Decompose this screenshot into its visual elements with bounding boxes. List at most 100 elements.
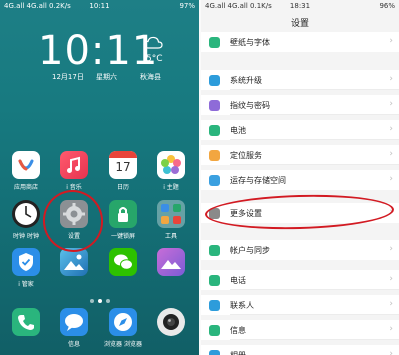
settings-item-label: 系统升级 (230, 76, 262, 85)
divider (230, 139, 399, 140)
settings-item-contacts[interactable]: 联系人 › (201, 295, 399, 315)
clock-widget[interactable]: 10:11 (38, 28, 158, 74)
page-title: 设置 (290, 19, 309, 29)
settings-item-label: 相册 (230, 350, 246, 355)
divider (230, 89, 399, 90)
settings-item-label: 帐户与同步 (230, 246, 270, 255)
status-bar: 4G.all 4G.all 0.2K/s 10:11 97% (0, 0, 199, 14)
settings-item-messages[interactable]: 信息 › (201, 320, 399, 340)
app-label: 浏览器 浏览器 (104, 341, 142, 348)
app-label: 工具 (164, 233, 177, 240)
phone-icon (209, 275, 220, 286)
chevron-right-icon: › (389, 274, 393, 284)
divider (230, 339, 399, 340)
settings-item-phone[interactable]: 电话 › (201, 270, 399, 290)
palette-icon (209, 37, 220, 48)
wechat-app[interactable] (103, 248, 143, 279)
app-store-app[interactable]: 应用商店 (6, 151, 46, 191)
album-icon (209, 350, 220, 355)
settings-item-fingerprint-password[interactable]: 指纹与密码 › (201, 95, 399, 115)
settings-item-location[interactable]: 定位服务 › (201, 145, 399, 165)
cloudy-weather-icon (143, 36, 163, 49)
settings-item-memory-storage[interactable]: 运存与存储空间 › (201, 170, 399, 190)
app-label: 日历 (116, 184, 129, 191)
location-pin-icon (209, 150, 220, 161)
phone-manager-app[interactable]: i 管家 (6, 248, 46, 288)
clock-app[interactable]: 时钟 时钟 (6, 200, 46, 240)
settings-item-label: 壁纸与字体 (230, 38, 270, 47)
page-indicator[interactable] (0, 288, 199, 307)
settings-item-system-update[interactable]: 系统升级 › (201, 70, 399, 90)
chat-bubble-icon (109, 248, 137, 276)
music-note-icon (60, 151, 88, 179)
calendar-icon: 17 (109, 151, 137, 179)
status-time: 18:31 (289, 2, 311, 10)
app-label: 时钟 时钟 (13, 233, 39, 240)
settings-item-label: 指纹与密码 (230, 101, 270, 110)
settings-item-label: 运存与存储空间 (230, 176, 286, 185)
page-dot-active (97, 299, 102, 303)
app-label: 信息 (67, 341, 80, 348)
settings-item-label: 联系人 (230, 301, 254, 310)
divider (230, 314, 399, 315)
chevron-right-icon: › (389, 244, 393, 254)
account-icon (209, 245, 220, 256)
divider (230, 289, 399, 290)
settings-item-label: 信息 (230, 326, 246, 335)
lock-icon (109, 200, 137, 228)
battery-level: 97% (179, 2, 195, 10)
music-app[interactable]: i 音乐 (54, 151, 94, 191)
wallpaper-app[interactable] (54, 248, 94, 279)
lock-screen-app[interactable]: 一键锁屏 (103, 200, 143, 240)
folder-icon (157, 200, 185, 228)
status-time: 10:11 (89, 2, 110, 10)
page-dot (105, 299, 110, 303)
chevron-right-icon: › (389, 99, 393, 109)
divider (230, 164, 399, 165)
shield-check-icon (12, 248, 40, 276)
page-dot (89, 299, 94, 303)
app-store-icon (12, 151, 40, 179)
city-label: 秋海县 (140, 73, 161, 81)
app-label: i 管家 (18, 281, 34, 288)
settings-item-label: 电话 (230, 276, 246, 285)
home-screen: 4G.all 4G.all 0.2K/s 10:11 97% 10:11 5°C… (0, 0, 199, 355)
mountain-icon (157, 248, 185, 276)
status-bar: 4G.all 4G.all 0.1K/s 18:31 96% (201, 0, 399, 14)
settings-screen: 4G.all 4G.all 0.1K/s 18:31 96% 设置 壁纸与字体 … (201, 0, 399, 355)
theme-app[interactable]: i 主题 (151, 151, 191, 191)
weekday-label: 星期六 (96, 73, 117, 81)
chevron-right-icon: › (389, 149, 393, 159)
settings-item-account-sync[interactable]: 帐户与同步 › (201, 240, 399, 260)
battery-level: 96% (379, 2, 395, 10)
settings-item-wallpaper-font[interactable]: 壁纸与字体 › (201, 32, 399, 52)
camera-app[interactable] (151, 308, 191, 339)
temperature: 5°C (146, 54, 163, 64)
chevron-right-icon: › (389, 74, 393, 84)
divider (230, 114, 399, 115)
clock-face-icon (12, 200, 40, 228)
settings-item-battery[interactable]: 电池 › (201, 120, 399, 140)
chevron-right-icon: › (389, 349, 393, 355)
settings-item-album[interactable]: 相册 › (201, 345, 399, 355)
compass-icon (109, 308, 137, 336)
settings-item-label: 定位服务 (230, 151, 262, 160)
fingerprint-icon (209, 100, 220, 111)
app-label: i 主题 (163, 184, 179, 191)
red-annotation-circle (37, 184, 109, 258)
battery-icon (209, 125, 220, 136)
phone-app[interactable] (6, 308, 46, 339)
update-icon (209, 75, 220, 86)
settings-item-label: 电池 (230, 126, 246, 135)
chevron-right-icon: › (389, 324, 393, 334)
gallery-app[interactable] (151, 248, 191, 279)
calendar-day: 17 (115, 160, 131, 174)
app-label: 应用商店 (13, 184, 38, 191)
app-label: 一键锁屏 (110, 233, 135, 240)
browser-app[interactable]: 浏览器 浏览器 (103, 308, 143, 348)
storage-icon (209, 175, 220, 186)
phone-icon (12, 308, 40, 336)
tools-folder[interactable]: 工具 (151, 200, 191, 240)
calendar-app[interactable]: 17 日历 (103, 151, 143, 191)
messages-app[interactable]: 信息 (54, 308, 94, 348)
